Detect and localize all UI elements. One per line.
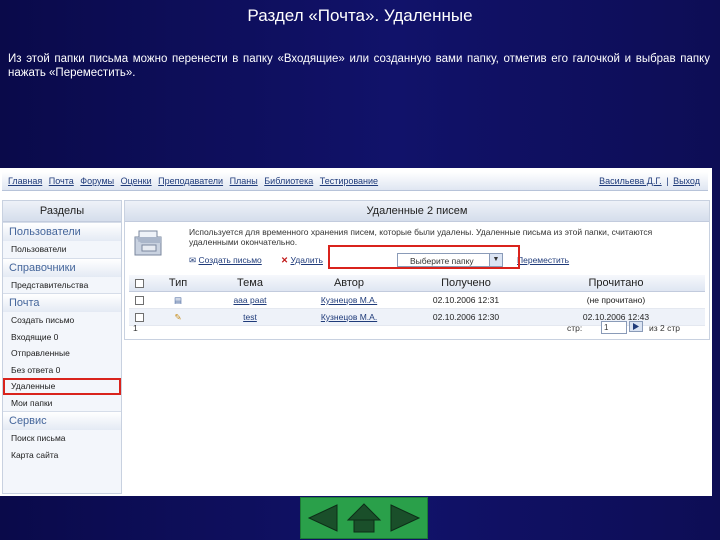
main-panel: Удаленные 2 писем Используется для време… — [124, 200, 710, 340]
sidebar-item-inbox[interactable]: Входящие 0 — [3, 329, 121, 346]
col-author[interactable]: Автор — [293, 275, 405, 292]
page-label: стр: — [567, 323, 583, 333]
col-type: Тип — [149, 275, 207, 292]
delete-icon: ✕ — [281, 255, 289, 265]
mail-table: Тип Тема Автор Получено Прочитано ▤ aaa … — [129, 275, 705, 326]
sidebar-item-search[interactable]: Поиск письма — [3, 430, 121, 447]
col-subject[interactable]: Тема — [207, 275, 293, 292]
nav-link-testing[interactable]: Тестирование — [320, 176, 378, 186]
letter-icon: ▤ — [173, 294, 183, 305]
slide-navigation — [300, 497, 428, 539]
attachment-icon: ✎ — [174, 311, 182, 322]
logout-link[interactable]: Выход — [673, 176, 700, 186]
nav-link-plans[interactable]: Планы — [230, 176, 258, 186]
row-received: 02.10.2006 12:31 — [405, 291, 527, 309]
compose-icon: ✉ — [189, 255, 197, 265]
folder-header: Удаленные 2 писем — [125, 201, 709, 222]
nav-link-teachers[interactable]: Преподаватели — [158, 176, 223, 186]
row-checkbox[interactable] — [134, 313, 144, 323]
sidebar-item-offices[interactable]: Представительства — [3, 277, 121, 294]
nav-link-forums[interactable]: Форумы — [80, 176, 114, 186]
top-navigation: Главная Почта Форумы Оценки Преподавател… — [2, 172, 708, 191]
nav-link-grades[interactable]: Оценки — [121, 176, 152, 186]
select-all-header — [129, 275, 149, 292]
user-name-link[interactable]: Васильева Д.Г. — [599, 176, 662, 186]
sidebar-item-unanswered[interactable]: Без ответа 0 — [3, 362, 121, 379]
row-author[interactable]: Кузнецов М.А. — [321, 295, 377, 305]
sidebar-header: Разделы — [3, 201, 121, 222]
page-number-link[interactable]: 1 — [133, 323, 138, 333]
arrow-left-icon[interactable] — [305, 502, 341, 534]
sidebar-item-my-folders[interactable]: Мои папки — [3, 395, 121, 412]
sidebar-section-service: Сервис — [3, 411, 121, 430]
select-all-checkbox[interactable] — [134, 278, 144, 288]
go-page-icon[interactable] — [629, 321, 643, 332]
sidebar-item-sitemap[interactable]: Карта сайта — [3, 447, 121, 464]
sidebar-section-mail: Почта — [3, 293, 121, 312]
app-screenshot: Главная Почта Форумы Оценки Преподавател… — [0, 168, 712, 496]
sidebar-item-sent[interactable]: Отправленные — [3, 345, 121, 362]
sidebar-item-compose[interactable]: Создать письмо — [3, 312, 121, 329]
row-checkbox[interactable] — [134, 296, 144, 306]
move-link[interactable]: Переместить — [517, 255, 569, 265]
sidebar-item-users[interactable]: Пользователи — [3, 241, 121, 258]
slide-description: Из этой папки письма можно перенести в п… — [8, 53, 710, 79]
row-author[interactable]: Кузнецов М.А. — [321, 312, 377, 322]
row-read: (не прочитано) — [527, 291, 705, 309]
slide-title: Раздел «Почта». Удаленные — [247, 6, 473, 25]
trash-folder-icon — [134, 230, 162, 256]
row-subject[interactable]: aaa paat — [233, 295, 266, 305]
arrow-right-icon[interactable] — [387, 502, 423, 534]
sidebar-section-users: Пользователи — [3, 222, 121, 241]
sidebar-section-directories: Справочники — [3, 257, 121, 277]
row-subject[interactable]: test — [243, 312, 257, 322]
home-icon[interactable] — [346, 502, 382, 534]
pager: 1 стр: 1 из 2 стр — [129, 321, 705, 335]
create-letter-link[interactable]: Создать письмо — [199, 255, 262, 265]
delete-link[interactable]: Удалить — [291, 255, 323, 265]
col-received[interactable]: Получено — [405, 275, 527, 292]
nav-link-home[interactable]: Главная — [8, 176, 42, 186]
nav-link-mail[interactable]: Почта — [49, 176, 74, 186]
folder-description: Используется для временного хранения пис… — [189, 227, 653, 247]
sidebar-item-deleted[interactable]: Удаленные — [3, 378, 121, 395]
nav-separator: | — [666, 176, 669, 186]
page-count: из 2 стр — [649, 323, 680, 333]
nav-link-library[interactable]: Библиотека — [264, 176, 313, 186]
page-input[interactable]: 1 — [601, 321, 627, 334]
table-row[interactable]: ▤ aaa paat Кузнецов М.А. 02.10.2006 12:3… — [129, 291, 705, 309]
col-read[interactable]: Прочитано — [527, 275, 705, 292]
move-highlight-frame — [328, 245, 520, 269]
sidebar: Разделы Пользователи Пользователи Справо… — [2, 200, 122, 494]
